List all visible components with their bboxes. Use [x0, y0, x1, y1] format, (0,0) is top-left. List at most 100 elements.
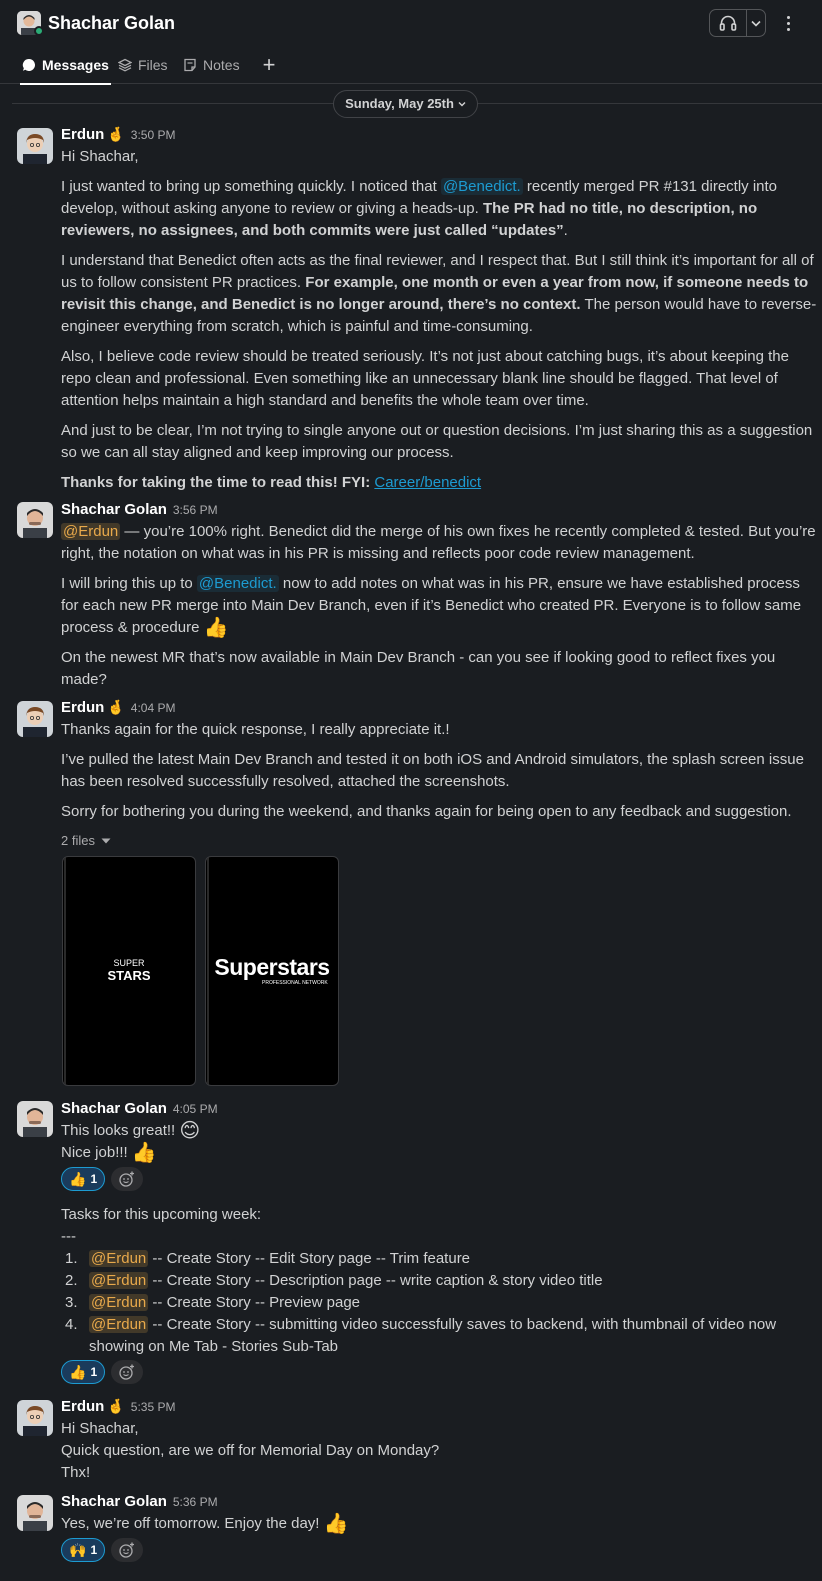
- add-emoji-icon: [119, 1542, 135, 1558]
- task-item: 1. @Erdun -- Create Story -- Edit Story p…: [65, 1250, 471, 1267]
- message-body: This looks great!! 😊 Nice job!!! 👍: [61, 1120, 819, 1164]
- message-timestamp[interactable]: 5:35 PM: [131, 1396, 176, 1418]
- message-body: Yes, we’re off tomorrow. Enjoy the day! …: [61, 1513, 819, 1535]
- sender-name[interactable]: Erdun: [61, 1396, 104, 1418]
- tab-messages[interactable]: Messages: [20, 46, 111, 85]
- message-text: I will bring this up to @Benedict. now t…: [61, 575, 802, 639]
- message-text: Thanks again for the quick response, I r…: [61, 721, 450, 738]
- add-reaction-button[interactable]: [111, 1360, 144, 1384]
- status-emoji[interactable]: 🤞: [107, 698, 124, 716]
- sender-name[interactable]: Shachar Golan: [61, 1491, 167, 1513]
- career-link[interactable]: Career/benedict: [374, 474, 481, 491]
- avatar-shachar[interactable]: [17, 1101, 53, 1137]
- huddle-button-group: [709, 9, 766, 37]
- user-mention[interactable]: @Erdun: [89, 1250, 149, 1267]
- user-mention[interactable]: @Erdun: [89, 1316, 149, 1333]
- message-header: Shachar Golan 5:36 PM: [61, 1491, 218, 1513]
- message-header: Shachar Golan 3:56 PM: [61, 499, 218, 521]
- splash-tagline: PROFESSIONAL NETWORK: [262, 980, 328, 986]
- sender-name[interactable]: Shachar Golan: [61, 499, 167, 521]
- chat-bubble-icon: [22, 58, 35, 71]
- reaction-count: 1: [90, 1172, 98, 1186]
- add-reaction-button[interactable]: [111, 1167, 144, 1191]
- add-reaction-button[interactable]: [111, 1538, 144, 1562]
- tasks-title: Tasks for this upcoming week:: [61, 1206, 262, 1223]
- splash-logo-text: Superstars: [214, 954, 330, 980]
- chevron-down-icon: [458, 102, 466, 107]
- reaction-pill[interactable]: 👍 1: [61, 1167, 106, 1191]
- thumbs-up-emoji: 👍: [203, 617, 229, 639]
- more-options-icon[interactable]: [779, 10, 797, 36]
- raised-hands-emoji: 🙌: [69, 1542, 87, 1558]
- message-text: Nice job!!! 👍: [61, 1142, 157, 1164]
- channel-header: Shachar Golan: [0, 0, 822, 46]
- screenshot-attachment[interactable]: Superstars PROFESSIONAL NETWORK: [205, 856, 339, 1086]
- message-text: Yes, we’re off tomorrow. Enjoy the day! …: [61, 1513, 349, 1535]
- user-mention[interactable]: @Erdun: [89, 1294, 149, 1311]
- huddle-options-button[interactable]: [747, 10, 765, 36]
- files-toggle[interactable]: 2 files: [61, 831, 111, 851]
- message-text: Hi Shachar,: [61, 148, 139, 165]
- user-mention[interactable]: @Benedict.: [440, 178, 523, 195]
- caret-down-icon: [101, 838, 111, 844]
- message-header: Erdun 🤞 3:50 PM: [61, 124, 175, 146]
- message-text: Sorry for bothering you during the weeke…: [61, 803, 792, 820]
- screenshot-attachment[interactable]: SUPER STARS: [62, 856, 196, 1086]
- avatar-shachar[interactable]: [17, 502, 53, 538]
- user-mention[interactable]: @Benedict.: [196, 575, 279, 592]
- message-text: I just wanted to bring up something quic…: [61, 178, 778, 239]
- message-timestamp[interactable]: 3:50 PM: [131, 124, 176, 146]
- avatar-erdun[interactable]: [17, 701, 53, 737]
- avatar-erdun[interactable]: [17, 1400, 53, 1436]
- tab-notes[interactable]: Notes: [183, 46, 240, 84]
- user-mention[interactable]: @Erdun: [61, 523, 121, 540]
- add-emoji-icon: [119, 1364, 135, 1380]
- tab-files[interactable]: Files: [118, 46, 168, 84]
- sender-name[interactable]: Erdun: [61, 124, 104, 146]
- status-emoji[interactable]: 🤞: [107, 1397, 124, 1415]
- avatar-erdun[interactable]: [17, 128, 53, 164]
- huddle-button[interactable]: [710, 10, 747, 36]
- channel-tabs: Messages Files Notes: [0, 46, 822, 85]
- message-body: Thanks again for the quick response, I r…: [61, 719, 819, 831]
- user-mention[interactable]: @Erdun: [89, 1272, 149, 1289]
- date-label: Sunday, May 25th: [345, 96, 454, 111]
- headphones-icon: [719, 15, 737, 31]
- message-text: Also, I believe code review should be tr…: [61, 348, 789, 409]
- message-text: I’ve pulled the latest Main Dev Branch a…: [61, 751, 804, 790]
- task-item: 4. @Erdun -- Create Story -- submitting v…: [65, 1316, 777, 1355]
- message-header: Shachar Golan 4:05 PM: [61, 1098, 218, 1120]
- message-text: Thx!: [61, 1464, 91, 1481]
- status-emoji[interactable]: 🤞: [107, 125, 124, 143]
- message-text: On the newest MR that’s now available in…: [61, 649, 776, 688]
- message-header: Erdun 🤞 4:04 PM: [61, 697, 175, 719]
- tab-label: Files: [138, 57, 168, 73]
- message-body: @Erdun — you’re 100% right. Benedict did…: [61, 521, 819, 699]
- message-body: Hi Shachar, I just wanted to bring up so…: [61, 146, 819, 502]
- message-timestamp[interactable]: 4:04 PM: [131, 697, 176, 719]
- reaction-pill[interactable]: 👍 1: [61, 1360, 106, 1384]
- task-item: 3. @Erdun -- Create Story -- Preview page: [65, 1294, 361, 1311]
- add-tab-plus-icon[interactable]: +: [259, 52, 279, 78]
- channel-title[interactable]: Shachar Golan: [48, 10, 175, 36]
- message-text: @Erdun — you’re 100% right. Benedict did…: [61, 523, 816, 562]
- message-text: Thanks for taking the time to read this!…: [61, 474, 482, 491]
- tab-label: Messages: [42, 57, 109, 73]
- presence-indicator: [34, 26, 44, 36]
- layers-icon: [118, 58, 132, 72]
- reactions-bar: 🙌 1: [61, 1538, 144, 1562]
- message-timestamp[interactable]: 3:56 PM: [173, 499, 218, 521]
- thumbs-up-emoji: 👍: [323, 1513, 349, 1535]
- note-icon: [184, 58, 196, 72]
- reaction-pill[interactable]: 🙌 1: [61, 1538, 106, 1562]
- message-text: This looks great!! 😊: [61, 1120, 201, 1142]
- message-timestamp[interactable]: 4:05 PM: [173, 1098, 218, 1120]
- sender-name[interactable]: Shachar Golan: [61, 1098, 167, 1120]
- chevron-down-icon: [751, 20, 761, 27]
- date-divider-button[interactable]: Sunday, May 25th: [333, 90, 478, 118]
- thumbs-up-emoji: 👍: [69, 1171, 87, 1187]
- sender-name[interactable]: Erdun: [61, 697, 104, 719]
- message-timestamp[interactable]: 5:36 PM: [173, 1491, 218, 1513]
- task-item: 2. @Erdun -- Create Story -- Description …: [65, 1272, 603, 1289]
- avatar-shachar[interactable]: [17, 1495, 53, 1531]
